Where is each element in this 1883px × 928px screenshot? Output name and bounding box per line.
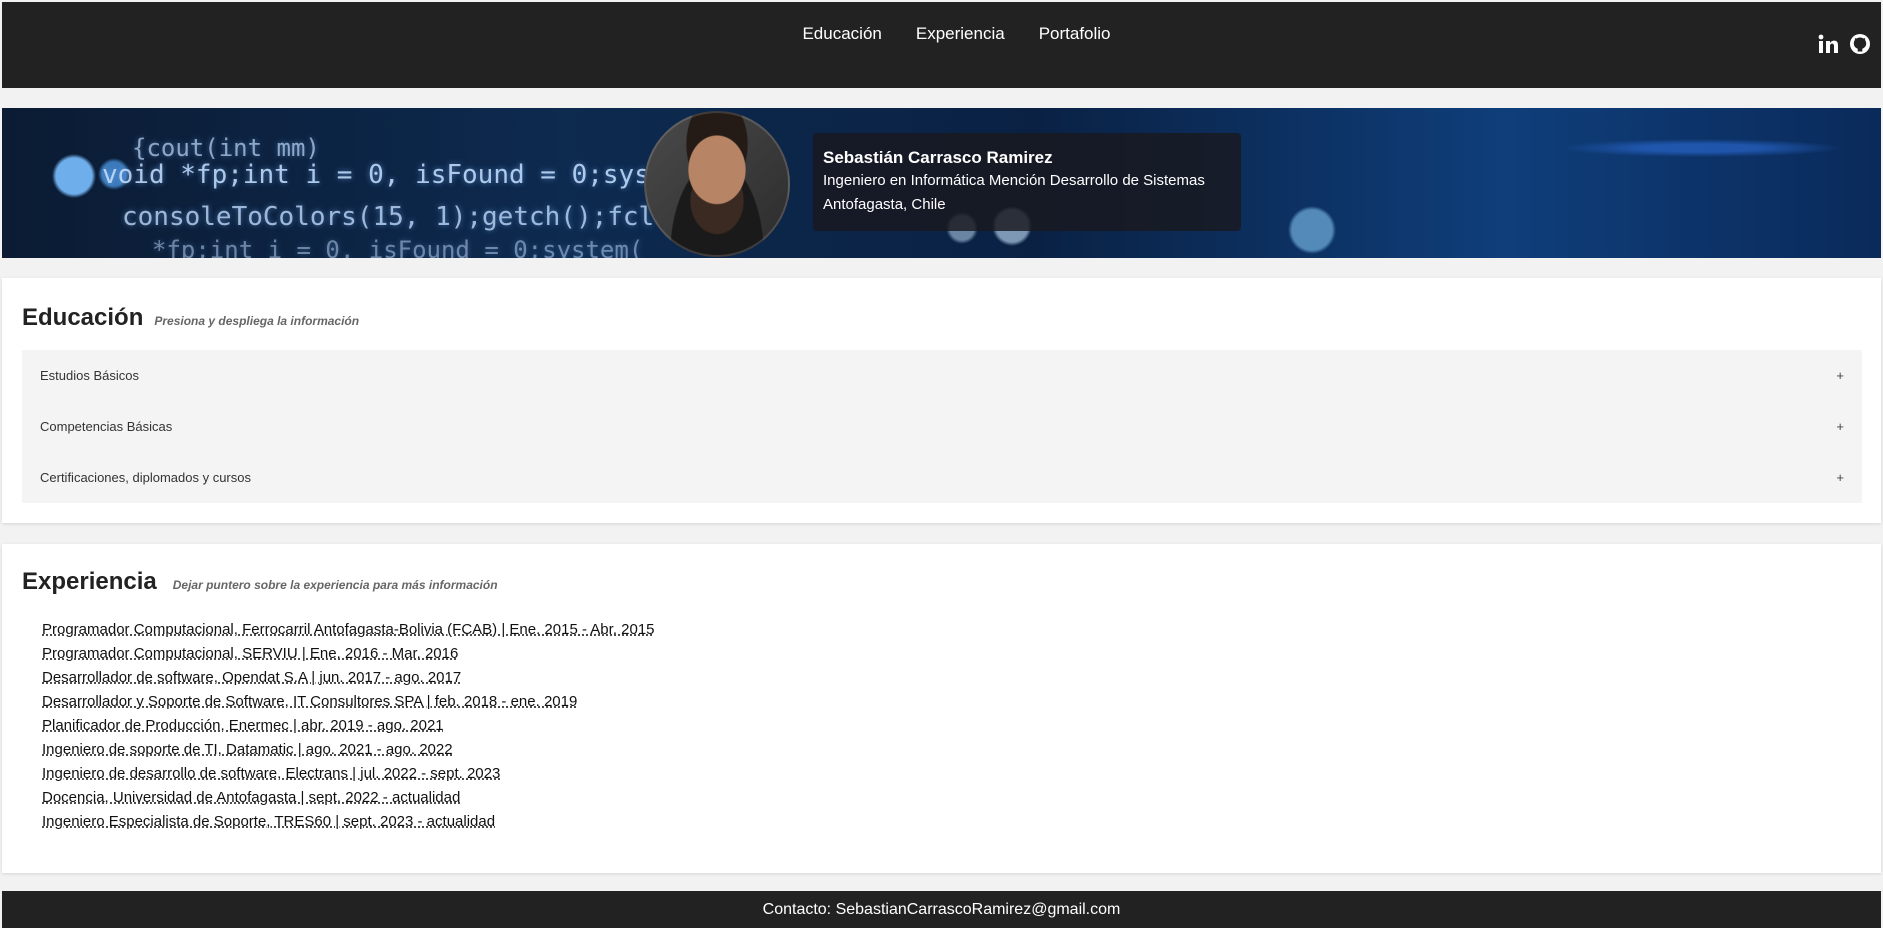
profile-avatar bbox=[644, 111, 790, 257]
social-links bbox=[1817, 33, 1871, 55]
accordion-item-label: Certificaciones, diplomados y cursos bbox=[40, 470, 251, 485]
plus-icon: + bbox=[1836, 470, 1844, 485]
experience-header: Experiencia Dejar puntero sobre la exper… bbox=[22, 568, 498, 596]
experience-section: Experiencia Dejar puntero sobre la exper… bbox=[2, 544, 1881, 873]
linkedin-icon[interactable] bbox=[1817, 33, 1839, 55]
accordion-item-competencias-basicas[interactable]: Competencias Básicas + bbox=[22, 401, 1862, 452]
plus-icon: + bbox=[1836, 419, 1844, 434]
experience-title: Experiencia bbox=[22, 568, 157, 595]
experience-item[interactable]: Ingeniero de desarrollo de software, Ele… bbox=[42, 762, 655, 786]
plus-icon: + bbox=[1836, 368, 1844, 383]
education-hint: Presiona y despliega la información bbox=[154, 314, 360, 328]
experience-item[interactable]: Ingeniero de soporte de TI, Datamatic | … bbox=[42, 738, 655, 762]
footer-contact[interactable]: Contacto: SebastianCarrascoRamirez@gmail… bbox=[763, 901, 1121, 919]
experience-hint: Dejar puntero sobre la experiencia para … bbox=[172, 578, 498, 592]
experience-item[interactable]: Planificador de Producción, Enermec | ab… bbox=[42, 714, 655, 738]
profile-card: Sebastián Carrasco Ramirez Ingeniero en … bbox=[813, 133, 1241, 231]
education-header: Educación Presiona y despliega la inform… bbox=[22, 304, 359, 332]
experience-item[interactable]: Ingeniero Especialista de Soporte, TRES6… bbox=[42, 810, 655, 834]
nav-link-portafolio[interactable]: Portafolio bbox=[1039, 24, 1111, 44]
profile-location: Antofagasta, Chile bbox=[823, 196, 946, 213]
banner-code-line: *fp;int i = 0, isFound = 0;system( bbox=[152, 236, 644, 258]
top-navbar: Educación Experiencia Portafolio bbox=[2, 2, 1881, 88]
education-title: Educación bbox=[22, 304, 144, 331]
accordion-item-label: Competencias Básicas bbox=[40, 419, 173, 434]
nav-links: Educación Experiencia Portafolio bbox=[2, 24, 1881, 44]
experience-item[interactable]: Programador Computacional, SERVIU | Ene.… bbox=[42, 642, 655, 666]
experience-item[interactable]: Programador Computacional, Ferrocarril A… bbox=[42, 618, 655, 642]
experience-item[interactable]: Docencia, Universidad de Antofagasta | s… bbox=[42, 786, 655, 810]
education-section: Educación Presiona y despliega la inform… bbox=[2, 278, 1881, 523]
experience-list: Programador Computacional, Ferrocarril A… bbox=[42, 618, 655, 834]
profile-title: Ingeniero en Informática Mención Desarro… bbox=[823, 172, 1205, 189]
github-icon[interactable] bbox=[1849, 33, 1871, 55]
accordion-item-label: Estudios Básicos bbox=[40, 368, 139, 383]
banner-code-line: {cout(int mm) bbox=[132, 134, 320, 162]
nav-link-educacion[interactable]: Educación bbox=[802, 24, 881, 44]
accordion-item-certificaciones[interactable]: Certificaciones, diplomados y cursos + bbox=[22, 452, 1862, 503]
education-accordion: Estudios Básicos + Competencias Básicas … bbox=[22, 350, 1862, 503]
accordion-item-estudios-basicos[interactable]: Estudios Básicos + bbox=[22, 350, 1862, 401]
experience-item[interactable]: Desarrollador de software, Opendat S.A |… bbox=[42, 666, 655, 690]
footer: Contacto: SebastianCarrascoRamirez@gmail… bbox=[2, 891, 1881, 928]
experience-item[interactable]: Desarrollador y Soporte de Software, IT … bbox=[42, 690, 655, 714]
banner-code-line: void *fp;int i = 0, isFound = 0;system bbox=[102, 160, 697, 190]
nav-link-experiencia[interactable]: Experiencia bbox=[916, 24, 1005, 44]
banner-code-line: consoleToColors(15, 1);getch();fcl bbox=[122, 202, 655, 232]
profile-name: Sebastián Carrasco Ramirez bbox=[823, 148, 1053, 167]
